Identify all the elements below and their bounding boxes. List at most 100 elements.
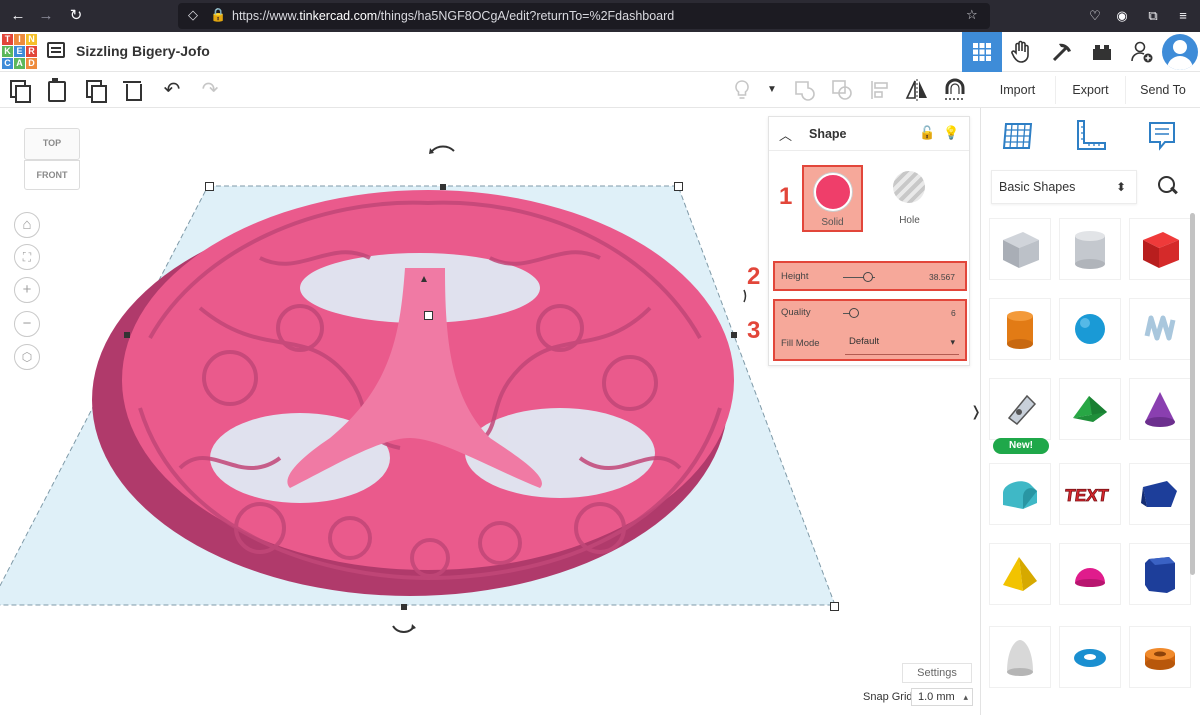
viewcube-front-face[interactable]: FRONT — [24, 160, 80, 190]
tinkercad-logo[interactable]: T I N K E R C A D — [2, 34, 37, 69]
group-icon[interactable] — [792, 78, 816, 102]
ungroup-icon[interactable] — [830, 78, 854, 102]
address-bar[interactable]: ◇ 🔒 https://www.tinkercad.com/things/ha5… — [178, 3, 990, 29]
zoom-out-icon[interactable]: − — [14, 311, 40, 337]
corner-handle[interactable] — [205, 182, 214, 191]
corner-handle[interactable] — [674, 182, 683, 191]
corner-handle[interactable] — [830, 602, 839, 611]
hole-option[interactable]: Hole — [879, 165, 940, 232]
add-user-icon[interactable] — [1122, 32, 1162, 72]
fit-view-icon[interactable]: ⛶ — [14, 244, 40, 270]
hole-swatch[interactable] — [893, 171, 925, 203]
back-arrow-icon[interactable]: ← — [8, 6, 28, 26]
snap-grid-label: Snap Grid — [863, 691, 913, 703]
height-value[interactable]: 38.567 — [929, 272, 955, 282]
reload-icon[interactable]: ↻ — [66, 6, 86, 26]
shape-tile-paraboloid[interactable] — [989, 626, 1051, 688]
shapes-scrollbar[interactable] — [1190, 213, 1195, 575]
unlock-icon[interactable]: 🔓 — [919, 125, 935, 141]
viewcube-top-face[interactable]: TOP — [24, 128, 80, 160]
height-handle[interactable] — [424, 311, 433, 320]
shape-tile-shape-generator[interactable] — [989, 378, 1051, 440]
callout-number: 1 — [779, 183, 793, 210]
shape-tile-half-sphere[interactable] — [1059, 543, 1121, 605]
shape-tile-box[interactable] — [989, 218, 1051, 280]
light-dropdown-icon[interactable]: ▼ — [760, 78, 784, 102]
import-button[interactable]: Import — [980, 76, 1055, 104]
perspective-icon[interactable]: ⬡ — [14, 344, 40, 370]
ruler-icon[interactable] — [1073, 118, 1107, 152]
send-to-button[interactable]: Send To — [1125, 76, 1200, 104]
account-icon[interactable]: ◉ — [1113, 7, 1131, 25]
align-icon[interactable] — [868, 78, 892, 102]
view-cube[interactable]: TOP FRONT — [24, 128, 80, 198]
height-slider-knob[interactable] — [863, 272, 873, 282]
quality-label: Quality — [781, 307, 811, 318]
3d-view-grid-icon[interactable] — [962, 32, 1002, 72]
edge-handle[interactable] — [124, 332, 130, 338]
search-icon[interactable] — [1155, 174, 1179, 198]
edge-handle[interactable] — [731, 332, 737, 338]
snap-grid-select[interactable]: 1.0 mm — [911, 688, 973, 706]
shape-tile-red-box[interactable] — [1129, 218, 1191, 280]
solid-color-swatch[interactable] — [814, 173, 852, 211]
notes-icon[interactable] — [1145, 118, 1179, 152]
design-menu-icon[interactable] — [47, 42, 65, 58]
bricks-icon[interactable] — [1082, 32, 1122, 72]
shape-tile-torus[interactable] — [1059, 626, 1121, 688]
shape-tile-sphere[interactable] — [1059, 298, 1121, 360]
circuits-hand-icon[interactable] — [1002, 32, 1042, 72]
lock-icon[interactable]: 🔒 — [210, 7, 226, 23]
shape-tile-text[interactable]: TEXT — [1059, 463, 1121, 525]
workplane-grid-icon[interactable] — [1001, 118, 1035, 152]
bookmark-star-icon[interactable]: ☆ — [966, 7, 978, 23]
logo-letter: E — [14, 46, 25, 57]
export-button[interactable]: Export — [1055, 76, 1125, 104]
shape-tile-cylinder[interactable] — [989, 298, 1051, 360]
quality-value[interactable]: 6 — [951, 308, 956, 318]
solid-label: Solid — [821, 217, 844, 228]
undo-icon[interactable]: ↶ — [160, 78, 184, 102]
zoom-in-icon[interactable]: + — [14, 277, 40, 303]
shape-tile-scribble[interactable] — [1129, 298, 1191, 360]
shape-library-select[interactable]: Basic Shapes — [991, 170, 1137, 204]
menu-icon[interactable]: ≡ — [1174, 7, 1192, 25]
mirror-icon[interactable] — [904, 78, 928, 102]
shield-icon[interactable]: ◇ — [188, 7, 198, 23]
duplicate-icon[interactable] — [82, 78, 107, 103]
logo-letter: C — [2, 58, 13, 69]
design-title[interactable]: Sizzling Bigery-Jofo — [76, 43, 210, 59]
quality-slider-knob[interactable] — [849, 308, 859, 318]
shape-tile-pyramid[interactable] — [989, 543, 1051, 605]
edit-toolbar: ↶ ↷ ▼ — [0, 72, 980, 108]
collapse-chevron-icon[interactable]: ︿ — [779, 125, 792, 144]
shape-tile-roof[interactable] — [1059, 378, 1121, 440]
shape-tile-cone[interactable] — [1129, 378, 1191, 440]
shape-tile-hexagonal-prism[interactable] — [1129, 543, 1191, 605]
extensions-icon[interactable]: ⧉ — [1144, 7, 1162, 25]
settings-button[interactable]: Settings — [902, 663, 972, 683]
forward-arrow-icon[interactable]: → — [36, 6, 56, 26]
app-header: T I N K E R C A D Sizzling Bigery-Jofo — [0, 32, 1200, 72]
copy-icon[interactable] — [6, 78, 31, 103]
fill-mode-select[interactable]: Default — [845, 331, 959, 355]
shape-tile-cylinder-hole[interactable] — [1059, 218, 1121, 280]
delete-trash-icon[interactable] — [120, 78, 144, 102]
edge-handle[interactable] — [401, 604, 407, 610]
minecraft-pickaxe-icon[interactable] — [1042, 32, 1082, 72]
paste-icon[interactable] — [44, 78, 68, 102]
shape-tile-tube[interactable] — [1129, 626, 1191, 688]
solid-option[interactable]: Solid — [802, 165, 863, 232]
user-avatar[interactable] — [1162, 34, 1198, 70]
lightbulb-icon[interactable]: 💡 — [943, 125, 959, 141]
home-view-icon[interactable]: ⌂ — [14, 212, 40, 238]
pocket-icon[interactable]: ♡ — [1086, 7, 1104, 25]
redo-icon[interactable]: ↷ — [198, 78, 222, 102]
cruise-magnet-icon[interactable] — [942, 78, 966, 102]
edge-handle[interactable] — [440, 184, 446, 190]
shape-tile-polygon[interactable] — [1129, 463, 1191, 525]
quality-fill-group: Quality 6 Fill Mode Default — [773, 299, 967, 361]
logo-letter: K — [2, 46, 13, 57]
lightbulb-icon[interactable] — [730, 78, 754, 102]
shape-tile-round-roof[interactable] — [989, 463, 1051, 525]
